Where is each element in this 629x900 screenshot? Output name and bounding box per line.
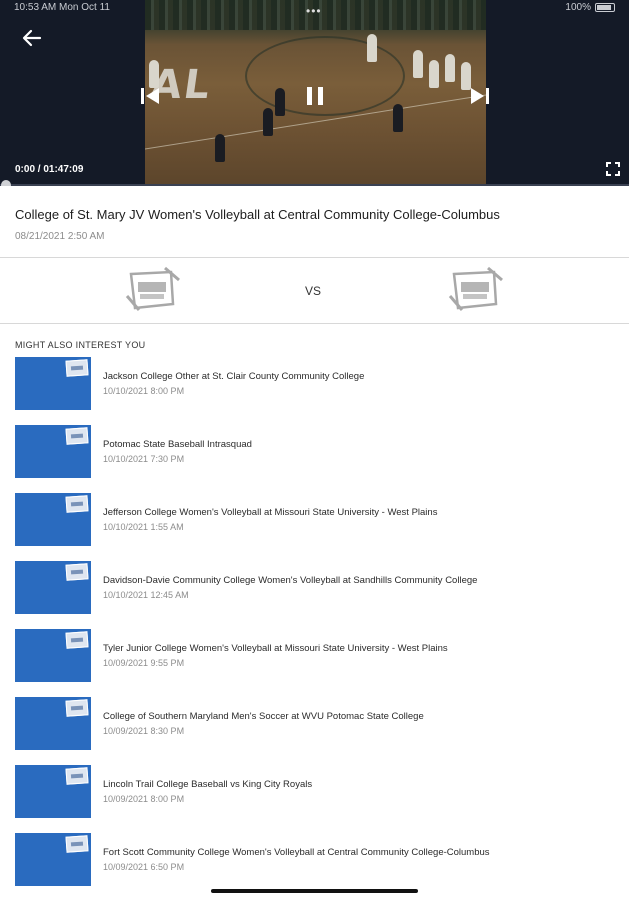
home-indicator[interactable]	[211, 889, 418, 893]
pause-icon[interactable]	[303, 84, 327, 108]
fullscreen-icon[interactable]	[605, 161, 621, 177]
home-team-logo	[125, 266, 181, 314]
status-battery: 100%	[565, 2, 615, 13]
item-date: 10/09/2021 6:50 PM	[103, 862, 185, 872]
thumbnail	[15, 833, 91, 886]
list-item[interactable]: Potomac State Baseball Intrasquad 10/10/…	[0, 425, 629, 479]
item-date: 10/09/2021 9:55 PM	[103, 658, 185, 668]
item-title: Davidson-Davie Community College Women's…	[103, 575, 478, 586]
thumbnail	[15, 493, 91, 546]
item-date: 10/10/2021 12:45 AM	[103, 590, 189, 600]
item-title: Lincoln Trail College Baseball vs King C…	[103, 779, 313, 790]
item-title: Jackson College Other at St. Clair Count…	[103, 371, 365, 382]
divider	[0, 257, 629, 258]
list-item[interactable]: Lincoln Trail College Baseball vs King C…	[0, 765, 629, 819]
thumbnail	[15, 629, 91, 682]
logo-badge-icon	[65, 563, 89, 581]
previous-track-icon[interactable]	[138, 84, 162, 108]
thumbnail	[15, 697, 91, 750]
progress-knob[interactable]	[1, 180, 11, 186]
event-title: College of St. Mary JV Women's Volleybal…	[15, 207, 500, 222]
list-item[interactable]: Tyler Junior College Women's Volleyball …	[0, 629, 629, 683]
item-title: College of Southern Maryland Men's Socce…	[103, 711, 424, 722]
list-item[interactable]: College of Southern Maryland Men's Socce…	[0, 697, 629, 751]
item-title: Fort Scott Community College Women's Vol…	[103, 847, 490, 858]
more-dots-icon[interactable]: •••	[306, 4, 322, 18]
list-item[interactable]: Fort Scott Community College Women's Vol…	[0, 833, 629, 887]
logo-badge-icon	[65, 427, 89, 445]
item-date: 10/10/2021 1:55 AM	[103, 522, 184, 532]
list-item[interactable]: Jefferson College Women's Volleyball at …	[0, 493, 629, 547]
logo-badge-icon	[65, 359, 89, 377]
item-title: Jefferson College Women's Volleyball at …	[103, 507, 438, 518]
list-item[interactable]: Jackson College Other at St. Clair Count…	[0, 357, 629, 411]
item-title: Potomac State Baseball Intrasquad	[103, 439, 252, 450]
status-time: 10:53 AM Mon Oct 11	[14, 2, 110, 13]
time-readout: 0:00 / 01:47:09	[15, 164, 84, 175]
thumbnail	[15, 357, 91, 410]
battery-icon	[595, 2, 615, 12]
item-date: 10/10/2021 8:00 PM	[103, 386, 185, 396]
logo-badge-icon	[65, 767, 89, 785]
thumbnail	[15, 561, 91, 614]
progress-bar[interactable]	[0, 180, 629, 186]
section-heading: MIGHT ALSO INTEREST YOU	[15, 340, 146, 350]
item-title: Tyler Junior College Women's Volleyball …	[103, 643, 448, 654]
divider	[0, 323, 629, 324]
away-team-logo	[448, 266, 504, 314]
back-arrow-icon[interactable]	[20, 26, 44, 50]
thumbnail	[15, 765, 91, 818]
item-date: 10/09/2021 8:30 PM	[103, 726, 185, 736]
video-player[interactable]: AL 10:53 AM Mon Oct 11 100% ••• 0:00 / 0…	[0, 0, 629, 186]
event-date: 08/21/2021 2:50 AM	[15, 231, 105, 242]
list-item[interactable]: Davidson-Davie Community College Women's…	[0, 561, 629, 615]
item-date: 10/10/2021 7:30 PM	[103, 454, 185, 464]
next-track-icon[interactable]	[468, 84, 492, 108]
logo-badge-icon	[65, 835, 89, 853]
logo-badge-icon	[65, 495, 89, 513]
vs-label: VS	[305, 284, 322, 298]
item-date: 10/09/2021 8:00 PM	[103, 794, 185, 804]
thumbnail	[15, 425, 91, 478]
logo-badge-icon	[65, 699, 89, 717]
logo-badge-icon	[65, 631, 89, 649]
